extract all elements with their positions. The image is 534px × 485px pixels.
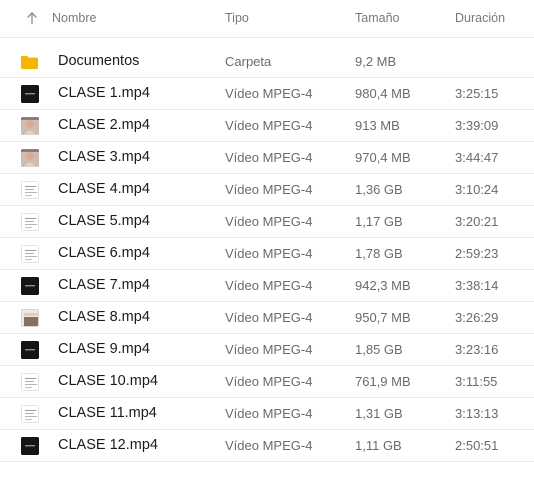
video-thumbnail-icon	[21, 149, 39, 167]
file-type: Vídeo MPEG-4	[225, 214, 313, 229]
file-name: CLASE 10.mp4	[58, 373, 158, 389]
file-row[interactable]: CLASE 7.mp4 Vídeo MPEG-4 942,3 MB 3:38:1…	[0, 270, 534, 302]
file-name: CLASE 12.mp4	[58, 437, 158, 453]
file-size: 1,36 GB	[355, 182, 403, 197]
file-type: Vídeo MPEG-4	[225, 374, 313, 389]
video-thumbnail-icon	[21, 373, 39, 391]
column-header-name[interactable]: Nombre	[52, 11, 96, 25]
arrow-up-icon[interactable]	[24, 10, 40, 26]
file-name: CLASE 5.mp4	[58, 213, 150, 229]
file-size: 1,31 GB	[355, 406, 403, 421]
video-thumbnail-icon	[21, 181, 39, 199]
video-thumbnail-icon	[21, 405, 39, 423]
file-row[interactable]: CLASE 9.mp4 Vídeo MPEG-4 1,85 GB 3:23:16	[0, 334, 534, 366]
file-duration: 3:10:24	[455, 182, 499, 197]
file-size: 1,17 GB	[355, 214, 403, 229]
file-type: Vídeo MPEG-4	[225, 438, 313, 453]
file-name: Documentos	[58, 53, 140, 69]
file-duration: 3:44:47	[455, 150, 499, 165]
file-size: 1,85 GB	[355, 342, 403, 357]
file-type: Vídeo MPEG-4	[225, 150, 313, 165]
video-thumbnail-icon	[21, 213, 39, 231]
file-name: CLASE 11.mp4	[58, 405, 157, 421]
file-list: Nombre Tipo Tamaño Duración Documentos C…	[0, 0, 534, 485]
file-size: 1,11 GB	[355, 438, 402, 453]
video-thumbnail-icon	[21, 117, 39, 135]
file-row[interactable]: CLASE 8.mp4 Vídeo MPEG-4 950,7 MB 3:26:2…	[0, 302, 534, 334]
file-size: 950,7 MB	[355, 310, 411, 325]
video-thumbnail-icon	[21, 277, 39, 295]
file-rows: Documentos Carpeta 9,2 MB CLASE 1.mp4 Ví…	[0, 46, 534, 462]
file-name: CLASE 9.mp4	[58, 341, 150, 357]
file-duration: 3:23:16	[455, 342, 499, 357]
folder-icon	[20, 55, 39, 70]
file-name: CLASE 2.mp4	[58, 117, 150, 133]
file-name: CLASE 3.mp4	[58, 149, 150, 165]
file-row[interactable]: CLASE 1.mp4 Vídeo MPEG-4 980,4 MB 3:25:1…	[0, 78, 534, 110]
file-name: CLASE 6.mp4	[58, 245, 150, 261]
file-size: 761,9 MB	[355, 374, 411, 389]
file-row[interactable]: CLASE 10.mp4 Vídeo MPEG-4 761,9 MB 3:11:…	[0, 366, 534, 398]
file-duration: 3:39:09	[455, 118, 499, 133]
file-type: Vídeo MPEG-4	[225, 246, 313, 261]
video-thumbnail-icon	[21, 85, 39, 103]
file-row[interactable]: CLASE 5.mp4 Vídeo MPEG-4 1,17 GB 3:20:21	[0, 206, 534, 238]
file-row[interactable]: CLASE 3.mp4 Vídeo MPEG-4 970,4 MB 3:44:4…	[0, 142, 534, 174]
file-list-header: Nombre Tipo Tamaño Duración	[0, 0, 534, 38]
file-type: Vídeo MPEG-4	[225, 118, 313, 133]
file-row[interactable]: CLASE 2.mp4 Vídeo MPEG-4 913 MB 3:39:09	[0, 110, 534, 142]
file-duration: 2:59:23	[455, 246, 499, 261]
file-duration: 3:11:55	[455, 374, 498, 389]
file-size: 942,3 MB	[355, 278, 411, 293]
column-header-duration[interactable]: Duración	[455, 11, 505, 25]
file-type: Vídeo MPEG-4	[225, 342, 313, 357]
file-row[interactable]: CLASE 6.mp4 Vídeo MPEG-4 1,78 GB 2:59:23	[0, 238, 534, 270]
file-size: 980,4 MB	[355, 86, 411, 101]
file-row[interactable]: CLASE 12.mp4 Vídeo MPEG-4 1,11 GB 2:50:5…	[0, 430, 534, 462]
file-size: 1,78 GB	[355, 246, 403, 261]
file-duration: 3:38:14	[455, 278, 499, 293]
file-type: Carpeta	[225, 54, 272, 69]
video-thumbnail-icon	[21, 309, 39, 327]
file-type: Vídeo MPEG-4	[225, 278, 313, 293]
file-size: 913 MB	[355, 118, 400, 133]
file-type: Vídeo MPEG-4	[225, 182, 313, 197]
file-duration: 3:26:29	[455, 310, 499, 325]
file-type: Vídeo MPEG-4	[225, 310, 313, 325]
file-row[interactable]: CLASE 11.mp4 Vídeo MPEG-4 1,31 GB 3:13:1…	[0, 398, 534, 430]
file-size: 970,4 MB	[355, 150, 411, 165]
column-header-size[interactable]: Tamaño	[355, 11, 399, 25]
file-name: CLASE 4.mp4	[58, 181, 150, 197]
file-row[interactable]: Documentos Carpeta 9,2 MB	[0, 46, 534, 78]
file-name: CLASE 8.mp4	[58, 309, 150, 325]
file-name: CLASE 1.mp4	[58, 85, 150, 101]
file-size: 9,2 MB	[355, 54, 397, 69]
video-thumbnail-icon	[21, 341, 39, 359]
file-type: Vídeo MPEG-4	[225, 86, 313, 101]
video-thumbnail-icon	[21, 245, 39, 263]
file-name: CLASE 7.mp4	[58, 277, 150, 293]
file-duration: 3:20:21	[455, 214, 499, 229]
file-duration: 3:13:13	[455, 406, 499, 421]
column-header-type[interactable]: Tipo	[225, 11, 249, 25]
file-duration: 2:50:51	[455, 438, 499, 453]
video-thumbnail-icon	[21, 437, 39, 455]
file-row[interactable]: CLASE 4.mp4 Vídeo MPEG-4 1,36 GB 3:10:24	[0, 174, 534, 206]
file-duration: 3:25:15	[455, 86, 499, 101]
file-type: Vídeo MPEG-4	[225, 406, 313, 421]
